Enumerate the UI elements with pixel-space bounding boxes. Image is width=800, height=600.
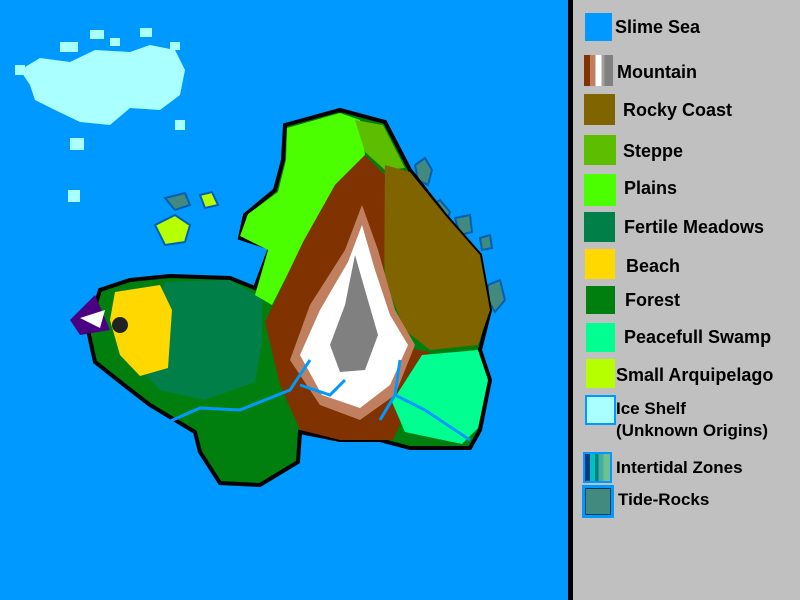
legend-label: Slime Sea xyxy=(615,17,701,37)
swatch-tide-rocks xyxy=(582,485,614,518)
legend-label: Plains xyxy=(624,178,678,198)
legend-item-steppe: Steppe xyxy=(573,135,800,165)
legend-label: Intertidal Zones xyxy=(616,458,743,477)
legend-item-ice-shelf: Ice Shelf (Unknown Origins) xyxy=(573,395,800,445)
legend-item-tide-rocks: Tide-Rocks xyxy=(573,485,800,518)
swatch-beach xyxy=(585,249,615,279)
legend-item-slime-sea: Slime Sea xyxy=(573,13,800,43)
swatch-plains xyxy=(584,174,616,206)
swatch-mountain xyxy=(584,55,613,86)
legend-label: Mountain xyxy=(617,62,697,82)
swatch-rocky-coast xyxy=(584,94,615,125)
legend-panel: Slime Sea Mountain Rocky Coast Steppe Pl… xyxy=(573,0,800,600)
swatch-intertidal-zones xyxy=(583,452,612,483)
swatch-forest xyxy=(586,286,615,314)
legend-label: Fertile Meadows xyxy=(624,217,765,237)
legend-item-small-arquipelago: Small Arquipelago xyxy=(573,359,800,389)
legend-label: Beach xyxy=(626,256,681,276)
swatch-small-arquipelago xyxy=(586,359,615,388)
legend-item-forest: Forest xyxy=(573,286,800,316)
legend-label: Tide-Rocks xyxy=(618,490,710,509)
legend-item-fertile-meadows: Fertile Meadows xyxy=(573,212,800,242)
legend-label: Peacefull Swamp xyxy=(624,327,772,347)
legend-label: Forest xyxy=(625,290,681,310)
legend-item-rocky-coast: Rocky Coast xyxy=(573,94,800,125)
legend-item-plains: Plains xyxy=(573,174,800,206)
island-map xyxy=(15,28,507,488)
legend-item-mountain: Mountain xyxy=(573,55,800,86)
swatch-ice-shelf xyxy=(585,395,616,425)
ice-shelf xyxy=(15,28,185,202)
legend-label-secondary: (Unknown Origins) xyxy=(616,421,769,440)
swatch-slime-sea xyxy=(585,13,612,41)
swatch-fertile-meadows xyxy=(584,212,615,242)
legend-label: Steppe xyxy=(623,141,684,161)
legend-item-intertidal-zones: Intertidal Zones xyxy=(573,452,800,483)
legend-label: Small Arquipelago xyxy=(616,365,774,385)
swatch-steppe xyxy=(584,135,616,165)
swatch-peacefull-swamp xyxy=(586,323,615,352)
legend-label: Rocky Coast xyxy=(623,100,733,120)
legend-label: Ice Shelf xyxy=(616,399,686,418)
legend-item-beach: Beach xyxy=(573,249,800,279)
legend-item-peacefull-swamp: Peacefull Swamp xyxy=(573,323,800,353)
